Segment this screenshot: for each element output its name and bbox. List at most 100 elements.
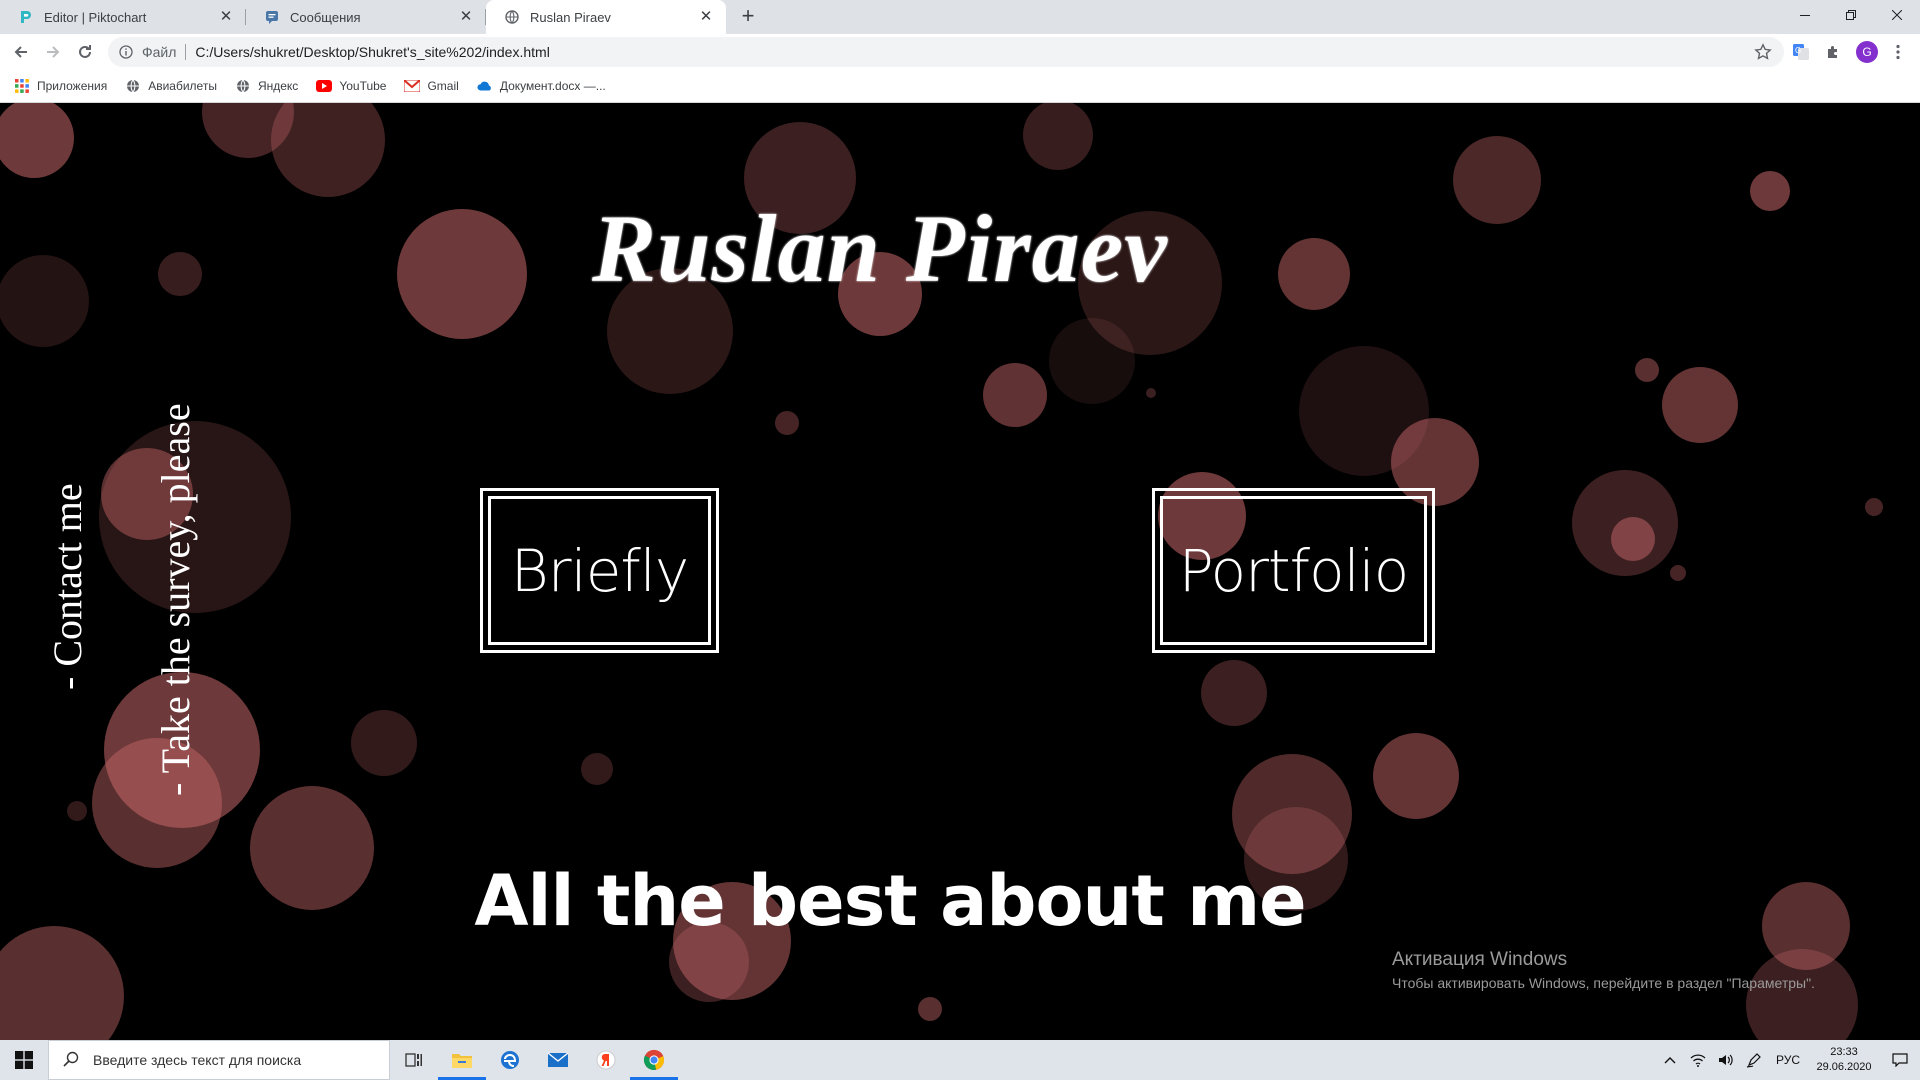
bookmark-label: Gmail <box>427 79 459 93</box>
activation-title: Активация Windows <box>1392 949 1568 970</box>
bokeh-circle <box>67 801 87 821</box>
bokeh-circle <box>983 363 1047 427</box>
bokeh-circle <box>1572 470 1678 576</box>
wifi-icon[interactable] <box>1684 1053 1712 1067</box>
bokeh-circle <box>775 411 799 435</box>
system-tray: РУС 23:33 29.06.2020 <box>1656 1040 1920 1080</box>
pen-workspace-icon[interactable] <box>1740 1052 1768 1068</box>
bookmark-apps[interactable]: Приложения <box>14 78 107 94</box>
search-placeholder: Введите здесь текст для поиска <box>93 1052 302 1068</box>
bokeh-circle <box>1023 103 1093 170</box>
chevron-up-icon[interactable] <box>1656 1056 1684 1064</box>
page-viewport: Ruslan Piraev - Contact me - Take the su… <box>0 103 1920 1040</box>
bookmark-label: Документ.docx —... <box>499 79 606 93</box>
bokeh-circle <box>581 753 613 785</box>
tagline: All the best about me <box>474 860 1306 942</box>
close-icon[interactable]: ✕ <box>458 9 474 25</box>
bokeh-circle <box>351 710 417 776</box>
bokeh-circle <box>1373 733 1459 819</box>
bokeh-circle <box>1670 565 1686 581</box>
globe-icon <box>235 78 251 94</box>
info-icon[interactable] <box>118 44 134 60</box>
bokeh-circle <box>1146 388 1156 398</box>
bokeh-circle <box>0 255 89 347</box>
onedrive-icon <box>477 78 493 94</box>
bookmark-label: Авиабилеты <box>148 79 217 93</box>
portfolio-label: Portfolio <box>1160 496 1427 645</box>
chrome-menu-icon[interactable] <box>1888 42 1908 62</box>
bokeh-circle <box>1049 318 1135 404</box>
svg-text:G: G <box>1795 46 1801 55</box>
reload-button[interactable] <box>73 40 97 64</box>
file-explorer-icon[interactable] <box>438 1040 486 1080</box>
back-button[interactable] <box>9 40 33 64</box>
tab-piktochart[interactable]: Editor | Piktochart ✕ <box>0 0 246 34</box>
globe-icon <box>504 9 520 25</box>
tab-messages[interactable]: Сообщения ✕ <box>246 0 486 34</box>
bokeh-circle <box>1662 367 1738 443</box>
bokeh-circle <box>1278 238 1350 310</box>
bokeh-circle <box>0 926 124 1040</box>
browser-toolbar: Файл C:/Users/shukret/Desktop/Shukret's_… <box>0 34 1920 70</box>
bookmark-star-icon[interactable] <box>1754 43 1772 61</box>
piktochart-icon <box>18 9 34 25</box>
forward-button[interactable] <box>41 40 65 64</box>
mail-icon[interactable] <box>534 1040 582 1080</box>
close-icon[interactable]: ✕ <box>698 9 714 25</box>
globe-icon <box>125 78 141 94</box>
tab-ruslan-piraev[interactable]: Ruslan Piraev ✕ <box>486 0 726 34</box>
bookmark-label: YouTube <box>339 79 387 93</box>
tab-label: Сообщения <box>290 9 361 25</box>
bokeh-circle <box>1453 136 1541 224</box>
bokeh-circle <box>250 786 374 910</box>
new-tab-button[interactable]: + <box>736 5 760 29</box>
language-indicator[interactable]: РУС <box>1768 1053 1808 1067</box>
briefly-button[interactable]: Briefly <box>480 488 719 653</box>
extensions-puzzle-icon[interactable] <box>1823 42 1843 62</box>
bookmarks-bar: Приложения Авиабилеты Яндекс YouTube Gma… <box>0 70 1920 103</box>
task-view-icon[interactable] <box>390 1040 438 1080</box>
address-bar[interactable]: Файл C:/Users/shukret/Desktop/Shukret's_… <box>108 37 1784 67</box>
volume-icon[interactable] <box>1712 1053 1740 1067</box>
omnibox-divider <box>185 44 187 60</box>
activation-message: Чтобы активировать Windows, перейдите в … <box>1392 975 1815 991</box>
tab-label: Ruslan Piraev <box>530 9 611 25</box>
close-window-button[interactable] <box>1874 0 1920 30</box>
close-icon[interactable]: ✕ <box>218 9 234 25</box>
bokeh-circle <box>158 252 202 296</box>
bookmark-youtube[interactable]: YouTube <box>316 78 386 94</box>
bookmark-document[interactable]: Документ.docx —... <box>477 78 606 94</box>
minimize-button[interactable] <box>1782 0 1828 30</box>
site-title: Ruslan Piraev <box>592 195 1168 302</box>
taskbar-search-box[interactable]: Введите здесь текст для поиска <box>48 1040 390 1080</box>
profile-avatar[interactable]: G <box>1856 41 1878 63</box>
chrome-icon[interactable] <box>630 1040 678 1080</box>
google-translate-icon[interactable]: G <box>1791 42 1811 62</box>
apps-grid-icon <box>14 78 30 94</box>
bookmark-yandex[interactable]: Яндекс <box>235 78 298 94</box>
bookmark-label: Приложения <box>37 79 108 93</box>
clock-date: 29.06.2020 <box>1816 1061 1872 1073</box>
gmail-icon <box>404 78 421 94</box>
bokeh-circle <box>1299 346 1429 476</box>
briefly-label: Briefly <box>488 496 711 645</box>
portfolio-button[interactable]: Portfolio <box>1152 488 1435 653</box>
messages-icon <box>264 9 280 25</box>
bokeh-circle <box>0 103 74 178</box>
contact-me-link[interactable]: - Contact me <box>44 483 91 690</box>
restore-button[interactable] <box>1828 0 1874 30</box>
clock-time: 23:33 <box>1830 1046 1858 1058</box>
yandex-browser-icon[interactable] <box>582 1040 630 1080</box>
bokeh-circle <box>1865 498 1883 516</box>
url-text[interactable]: C:/Users/shukret/Desktop/Shukret's_site%… <box>195 44 549 60</box>
survey-link[interactable]: - Take the survey, please <box>152 403 199 796</box>
notifications-icon[interactable] <box>1880 1053 1920 1067</box>
search-icon <box>63 1051 81 1069</box>
bokeh-circle <box>397 209 527 339</box>
windows-start-icon[interactable] <box>0 1040 48 1080</box>
bookmark-aviabilety[interactable]: Авиабилеты <box>125 78 217 94</box>
tab-strip: Editor | Piktochart ✕ Сообщения ✕ Ruslan… <box>0 0 1920 34</box>
edge-browser-icon[interactable] <box>486 1040 534 1080</box>
clock[interactable]: 23:33 29.06.2020 <box>1808 1045 1880 1075</box>
bookmark-gmail[interactable]: Gmail <box>404 78 459 94</box>
